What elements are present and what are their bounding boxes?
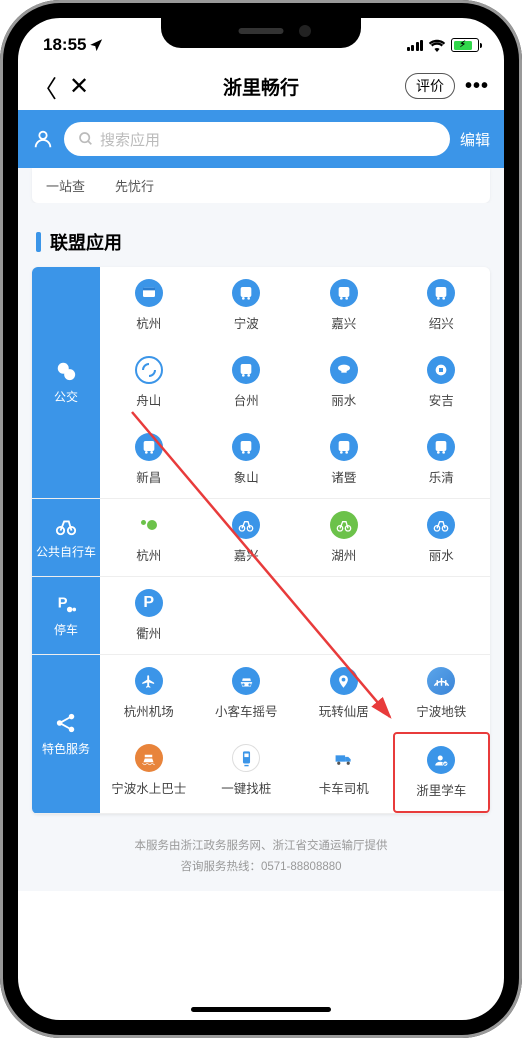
svg-text:P: P	[58, 596, 68, 612]
edit-button[interactable]: 编辑	[460, 129, 490, 150]
search-input[interactable]: 搜索应用	[64, 122, 450, 156]
category-bus-label: 公交	[32, 267, 100, 498]
app-driving-school[interactable]: 浙里学车	[393, 732, 491, 813]
app-metro[interactable]: 宁波地铁	[393, 655, 491, 732]
status-time: 18:55	[43, 35, 86, 55]
back-button[interactable]: 〈	[33, 69, 57, 104]
app-lishui[interactable]: 丽水	[295, 344, 393, 421]
search-icon	[78, 131, 94, 147]
app-charging[interactable]: 一键找桩	[198, 732, 296, 813]
app-truck[interactable]: 卡车司机	[295, 732, 393, 813]
app-taizhou[interactable]: 台州	[198, 344, 296, 421]
battery-icon: ⚡︎	[451, 38, 479, 52]
app-bike-jiaxing[interactable]: 嘉兴	[198, 499, 296, 576]
content: 联盟应用 公交 杭州 宁波 嘉兴 绍兴 舟山 台州 丽水	[18, 203, 504, 891]
app-yueqing[interactable]: 乐清	[393, 421, 491, 498]
app-shaoxing[interactable]: 绍兴	[393, 267, 491, 344]
app-xiangshan[interactable]: 象山	[198, 421, 296, 498]
nav-bar: 〈 ✕ 浙里畅行 评价 •••	[18, 62, 504, 110]
location-arrow-icon	[89, 38, 104, 53]
evaluate-button[interactable]: 评价	[405, 73, 455, 99]
category-park-label: P 停车	[32, 577, 100, 654]
user-icon[interactable]	[32, 128, 54, 150]
category-special-label: 特色服务	[32, 655, 100, 813]
home-indicator[interactable]	[191, 1007, 331, 1012]
search-section: 搜索应用 编辑	[18, 110, 504, 168]
app-zhoushan[interactable]: 舟山	[100, 344, 198, 421]
app-xinchang[interactable]: 新昌	[100, 421, 198, 498]
app-bike-lishui[interactable]: 丽水	[393, 499, 491, 576]
app-anji[interactable]: 安吉	[393, 344, 491, 421]
tag-item[interactable]: 先忧行	[115, 176, 154, 195]
app-bike-hangzhou[interactable]: 杭州	[100, 499, 198, 576]
screen: 18:55 ⚡︎ 〈 ✕ 浙里畅行 评价 ••• 搜索应用	[18, 18, 504, 1020]
category-park: P 停车 P衢州	[32, 577, 490, 655]
more-icon[interactable]: •••	[465, 75, 489, 98]
cellular-icon	[407, 39, 424, 51]
category-bus: 公交 杭州 宁波 嘉兴 绍兴 舟山 台州 丽水 安吉 新昌 象山 诸暨	[32, 267, 490, 499]
app-lottery[interactable]: 小客车摇号	[198, 655, 296, 732]
app-bike-huzhou[interactable]: 湖州	[295, 499, 393, 576]
section-title: 联盟应用	[50, 229, 122, 255]
tag-item[interactable]: 一站查	[46, 176, 85, 195]
notch	[161, 18, 361, 48]
category-bike-label: 公共自行车	[32, 499, 100, 576]
share-icon	[55, 712, 77, 734]
phone-frame: 18:55 ⚡︎ 〈 ✕ 浙里畅行 评价 ••• 搜索应用	[0, 0, 522, 1038]
wifi-icon	[428, 39, 446, 52]
search-placeholder: 搜索应用	[100, 129, 160, 150]
parking-icon: P	[55, 593, 77, 615]
app-waterbus[interactable]: 宁波水上巴士	[100, 732, 198, 813]
tags-row: 一站查 先忧行	[32, 168, 490, 203]
bike-icon	[55, 515, 77, 537]
app-zhuji[interactable]: 诸暨	[295, 421, 393, 498]
app-park-quzhou[interactable]: P衢州	[100, 577, 198, 654]
app-hangzhou[interactable]: 杭州	[100, 267, 198, 344]
close-button[interactable]: ✕	[69, 72, 89, 101]
location-pin-icon	[55, 360, 77, 382]
alliance-card: 公交 杭州 宁波 嘉兴 绍兴 舟山 台州 丽水 安吉 新昌 象山 诸暨	[32, 267, 490, 814]
app-airport[interactable]: 杭州机场	[100, 655, 198, 732]
page-title: 浙里畅行	[223, 73, 299, 100]
category-bike: 公共自行车 杭州 嘉兴 湖州 丽水	[32, 499, 490, 577]
app-ningbo[interactable]: 宁波	[198, 267, 296, 344]
footer-text: 本服务由浙江政务服务网、浙江省交通运输厅提供 咨询服务热线：0571-88808…	[32, 814, 490, 891]
app-xianju[interactable]: 玩转仙居	[295, 655, 393, 732]
category-special: 特色服务 杭州机场 小客车摇号 玩转仙居 宁波地铁 宁波水上巴士 一键找桩 卡车…	[32, 655, 490, 814]
section-header: 联盟应用	[32, 203, 490, 267]
app-jiaxing[interactable]: 嘉兴	[295, 267, 393, 344]
